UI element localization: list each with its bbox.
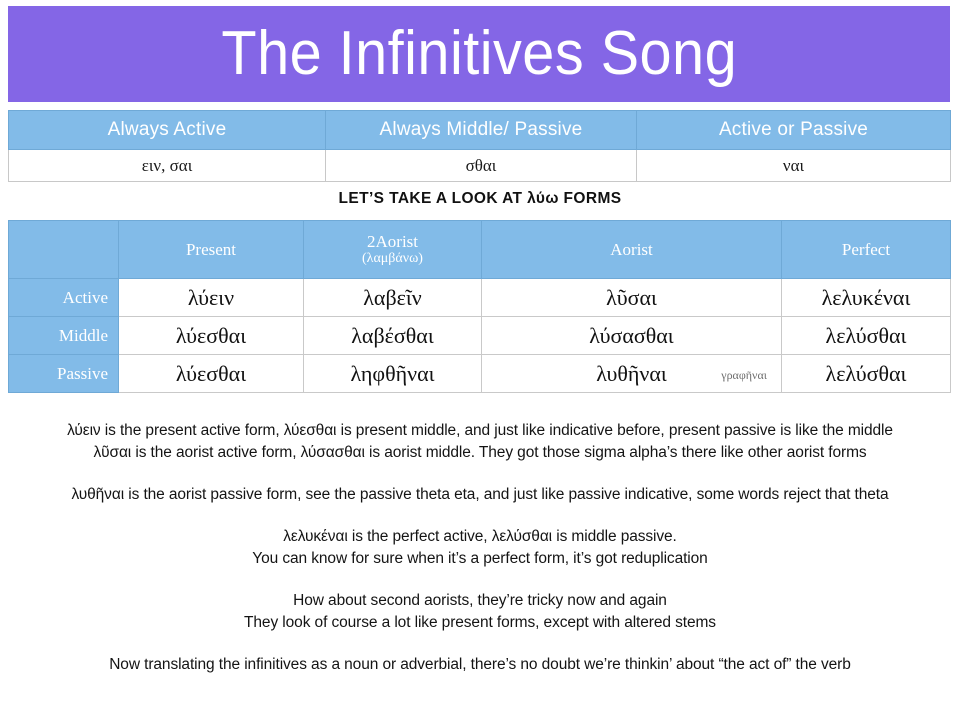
lyrics-stanza-5: Now translating the infinitives as a nou… (0, 654, 960, 676)
forms-column-present-label: Present (185, 239, 237, 259)
form-text: λύειν (187, 284, 235, 310)
forms-cell-passive-aorist-note: γραφῆναι (721, 368, 767, 382)
form-text: ληφθῆναι (350, 360, 435, 386)
forms-column-perfect: Perfect (781, 220, 951, 279)
forms-table-corner (8, 220, 119, 279)
lyrics-stanza-2: λυθῆναι is the aorist passive form, see … (0, 484, 960, 506)
form-text: λύσασθαι (589, 322, 674, 348)
endings-value-always-active: ειν, σαι (8, 149, 326, 182)
lyrics-stanza-3: λελυκέναι is the perfect active, λελύσθα… (0, 526, 960, 570)
lyrics-line: λυθῆναι is the aorist passive form, see … (71, 486, 889, 503)
form-text: λῦσαι (606, 284, 657, 310)
forms-cell-active-aorist: λῦσαι (481, 278, 782, 317)
form-text: λελύσθαι (825, 322, 907, 348)
form-text: λαβεῖν (363, 284, 422, 310)
forms-cell-middle-present: λύεσθαι (118, 316, 304, 355)
endings-header-always-active: Always Active (8, 110, 326, 150)
table-row: Passive λύεσθαι ληφθῆναι λυθῆναι γραφῆνα… (8, 354, 951, 393)
forms-column-present: Present (118, 220, 304, 279)
forms-cell-active-perfect: λελυκέναι (781, 278, 951, 317)
forms-cell-passive-aorist: λυθῆναι γραφῆναι (481, 354, 782, 393)
lyrics-line: You can know for sure when it’s a perfec… (252, 550, 708, 567)
table-row: Middle λύεσθαι λαβέσθαι λύσασθαι λελύσθα… (8, 316, 951, 355)
lyrics-line: They look of course a lot like present f… (244, 614, 716, 631)
subtitle: LET’S TAKE A LOOK AT λύω FORMS (338, 190, 622, 207)
forms-cell-passive-perfect: λελύσθαι (781, 354, 951, 393)
lyrics-line: Now translating the infinitives as a nou… (109, 656, 851, 673)
endings-table: Always Active Always Middle/ Passive Act… (8, 110, 951, 182)
page-title: The Infinitives Song (221, 19, 737, 88)
form-text: λύεσθαι (175, 322, 247, 348)
forms-cell-active-2aorist: λαβεῖν (303, 278, 482, 317)
forms-cell-middle-aorist: λύσασθαι (481, 316, 782, 355)
form-text: λαβέσθαι (351, 322, 434, 348)
table-row: Present 2Aorist (λαμβάνω) Aorist Perfect (8, 220, 951, 279)
forms-column-perfect-label: Perfect (841, 239, 891, 259)
forms-row-label-active: Active (8, 278, 119, 317)
forms-column-aorist: Aorist (481, 220, 782, 279)
form-text: λυθῆναι (596, 360, 667, 386)
lyrics-line: λελυκέναι is the perfect active, λελύσθα… (283, 528, 677, 545)
lyrics-line: How about second aorists, they’re tricky… (293, 592, 667, 609)
forms-cell-middle-perfect: λελύσθαι (781, 316, 951, 355)
lyrics-line: λύειν is the present active form, λύεσθα… (67, 422, 893, 439)
endings-header-active-or-passive: Active or Passive (636, 110, 951, 150)
form-text: λελυκέναι (821, 284, 911, 310)
forms-column-2aorist-sublabel: (λαμβάνω) (362, 251, 423, 267)
endings-value-active-or-passive: ναι (636, 149, 951, 182)
table-row: ειν, σαι σθαι ναι (8, 149, 951, 182)
endings-header-always-middle-passive: Always Middle/ Passive (325, 110, 637, 150)
forms-table: Present 2Aorist (λαμβάνω) Aorist Perfect… (8, 220, 951, 393)
forms-cell-active-present: λύειν (118, 278, 304, 317)
forms-cell-passive-present: λύεσθαι (118, 354, 304, 393)
lyrics-stanza-1: λύειν is the present active form, λύεσθα… (0, 420, 960, 464)
lyrics-block: λύειν is the present active form, λύεσθα… (0, 420, 960, 676)
lyrics-stanza-4: How about second aorists, they’re tricky… (0, 590, 960, 634)
title-banner: The Infinitives Song (8, 6, 950, 102)
table-row: Always Active Always Middle/ Passive Act… (8, 110, 951, 150)
forms-cell-middle-2aorist: λαβέσθαι (303, 316, 482, 355)
forms-cell-passive-2aorist: ληφθῆναι (303, 354, 482, 393)
table-row: Active λύειν λαβεῖν λῦσαι λελυκέναι (8, 278, 951, 317)
lyrics-line: λῦσαι is the aorist active form, λύσασθα… (93, 444, 867, 461)
forms-column-2aorist-label: 2Aorist (367, 231, 418, 251)
form-text: λύεσθαι (175, 360, 247, 386)
forms-row-label-middle: Middle (8, 316, 119, 355)
form-text: λελύσθαι (825, 360, 907, 386)
forms-column-2aorist: 2Aorist (λαμβάνω) (303, 220, 482, 279)
forms-column-aorist-label: Aorist (610, 239, 653, 259)
endings-value-always-middle-passive: σθαι (325, 149, 637, 182)
forms-row-label-passive: Passive (8, 354, 119, 393)
